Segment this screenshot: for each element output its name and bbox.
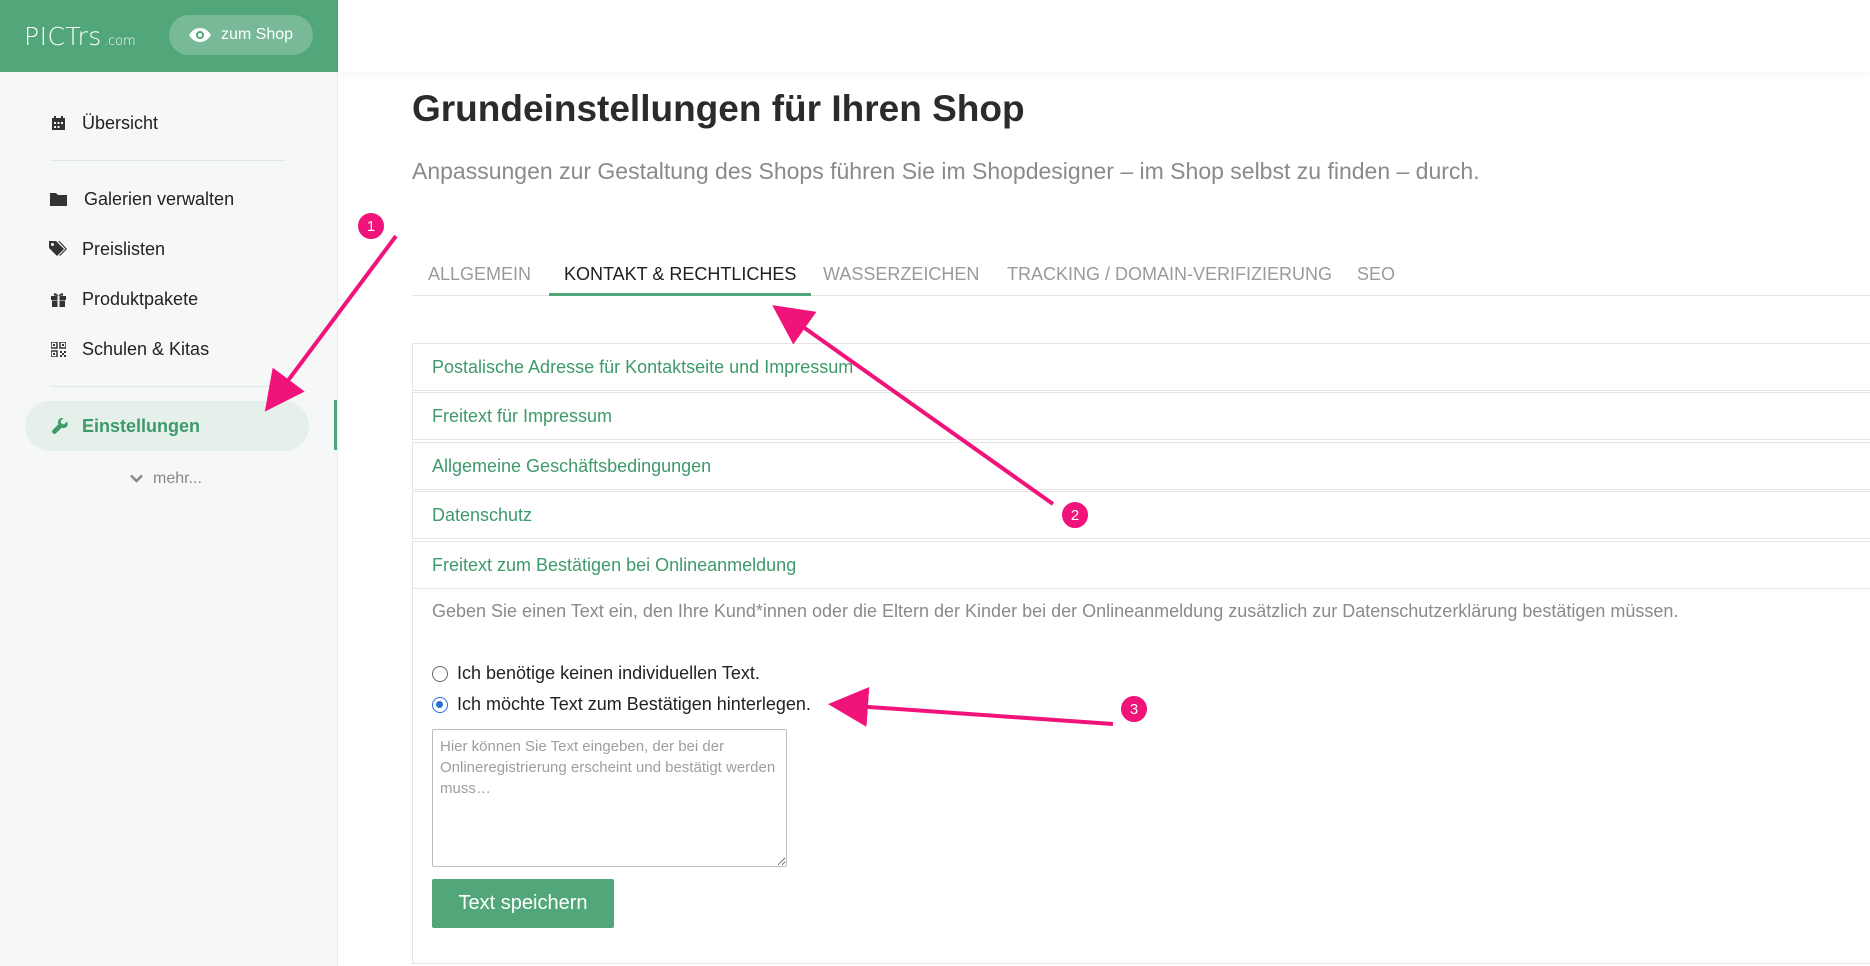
- top-header: [339, 0, 1870, 72]
- settings-tabs: ALLGEMEIN KONTAKT & RECHTLICHES WASSERZE…: [412, 256, 1870, 296]
- radio-label: Ich benötige keinen individuellen Text.: [457, 663, 760, 683]
- radio-no-text[interactable]: Ich benötige keinen individuellen Text.: [432, 663, 760, 684]
- zum-shop-label: zum Shop: [220, 26, 294, 43]
- wrench-icon: [50, 416, 70, 436]
- accordion-adresse: Postalische Adresse für Kontaktseite und…: [412, 343, 1870, 391]
- zum-shop-button[interactable]: zum Shop: [169, 15, 313, 55]
- folder-icon: [48, 189, 68, 209]
- annotation-badge-1: 1: [356, 211, 386, 241]
- radio-button[interactable]: [432, 665, 448, 682]
- logo-suffix: .com: [103, 34, 136, 49]
- accordion-header[interactable]: Allgemeine Geschäftsbedingungen: [413, 443, 1870, 489]
- accordion-impressum: Freitext für Impressum: [412, 392, 1870, 440]
- sidebar-item-label: Galerien verwalten: [84, 188, 235, 209]
- chevron-down-icon: [130, 470, 143, 488]
- sidebar-divider: [50, 386, 286, 387]
- pictrs-logo[interactable]: PICTrs .com: [24, 22, 136, 51]
- qrcode-icon: [48, 339, 68, 359]
- sidebar-divider: [50, 160, 286, 161]
- radio-button[interactable]: [432, 696, 448, 713]
- confirm-text-description: Geben Sie einen Text ein, den Ihre Kund*…: [432, 601, 1679, 621]
- annotation-badge-3: 3: [1119, 694, 1149, 724]
- eye-icon: [188, 28, 211, 42]
- sidebar-item-label: Einstellungen: [82, 415, 201, 436]
- gift-icon: [48, 289, 68, 309]
- accordion-header[interactable]: Datenschutz: [413, 492, 1870, 538]
- accordion-header[interactable]: Postalische Adresse für Kontaktseite und…: [413, 344, 1870, 390]
- calendar-icon: [48, 113, 68, 133]
- sidebar-item-label: Schulen & Kitas: [82, 338, 210, 359]
- tab-allgemein[interactable]: ALLGEMEIN: [428, 256, 531, 296]
- accordion-header[interactable]: Freitext für Impressum: [413, 393, 1870, 439]
- sidebar: PICTrs .com zum Shop Übersicht Galerien v…: [0, 0, 338, 966]
- sidebar-item-schulen[interactable]: Schulen & Kitas: [48, 334, 209, 364]
- save-text-button[interactable]: Text speichern: [432, 879, 614, 928]
- sidebar-item-label: Übersicht: [82, 112, 159, 133]
- accordion-header[interactable]: Freitext zum Bestätigen bei Onlineanmeld…: [413, 542, 1870, 588]
- tags-icon: [48, 239, 68, 259]
- tab-wasserzeichen[interactable]: WASSERZEICHEN: [823, 256, 979, 296]
- accordion-datenschutz: Datenschutz: [412, 491, 1870, 539]
- annotation-badge-2: 2: [1060, 500, 1090, 530]
- active-indicator: [334, 400, 337, 450]
- accordion-body: Geben Sie einen Text ein, den Ihre Kund*…: [413, 588, 1870, 622]
- page-subtitle: Anpassungen zur Gestaltung des Shops füh…: [412, 158, 1480, 184]
- tab-kontakt-rechtliches[interactable]: KONTAKT & RECHTLICHES: [549, 256, 812, 296]
- logo-text: PICTrs: [24, 22, 102, 51]
- sidebar-item-label: Produktpakete: [82, 288, 199, 309]
- tab-seo[interactable]: SEO: [1357, 256, 1395, 296]
- sidebar-item-label: Preislisten: [82, 238, 166, 259]
- confirm-text-input[interactable]: [432, 729, 787, 867]
- sidebar-item-einstellungen[interactable]: Einstellungen: [25, 401, 309, 451]
- sidebar-item-produktpakete[interactable]: Produktpakete: [48, 284, 198, 314]
- brand-bar: PICTrs .com zum Shop: [0, 0, 338, 72]
- page-title: Grundeinstellungen für Ihren Shop: [412, 88, 1025, 129]
- more-toggle[interactable]: mehr...: [130, 470, 202, 488]
- accordion-agb: Allgemeine Geschäftsbedingungen: [412, 442, 1870, 490]
- sidebar-item-galerien[interactable]: Galerien verwalten: [48, 184, 234, 214]
- sidebar-item-uebersicht[interactable]: Übersicht: [48, 108, 158, 138]
- radio-custom-text[interactable]: Ich möchte Text zum Bestätigen hinterleg…: [432, 694, 811, 715]
- more-label: mehr...: [153, 470, 202, 487]
- radio-label: Ich möchte Text zum Bestätigen hinterleg…: [457, 694, 811, 714]
- sidebar-item-preislisten[interactable]: Preislisten: [48, 234, 165, 264]
- tab-tracking[interactable]: TRACKING / DOMAIN-VERIFIZIERUNG: [1007, 256, 1332, 296]
